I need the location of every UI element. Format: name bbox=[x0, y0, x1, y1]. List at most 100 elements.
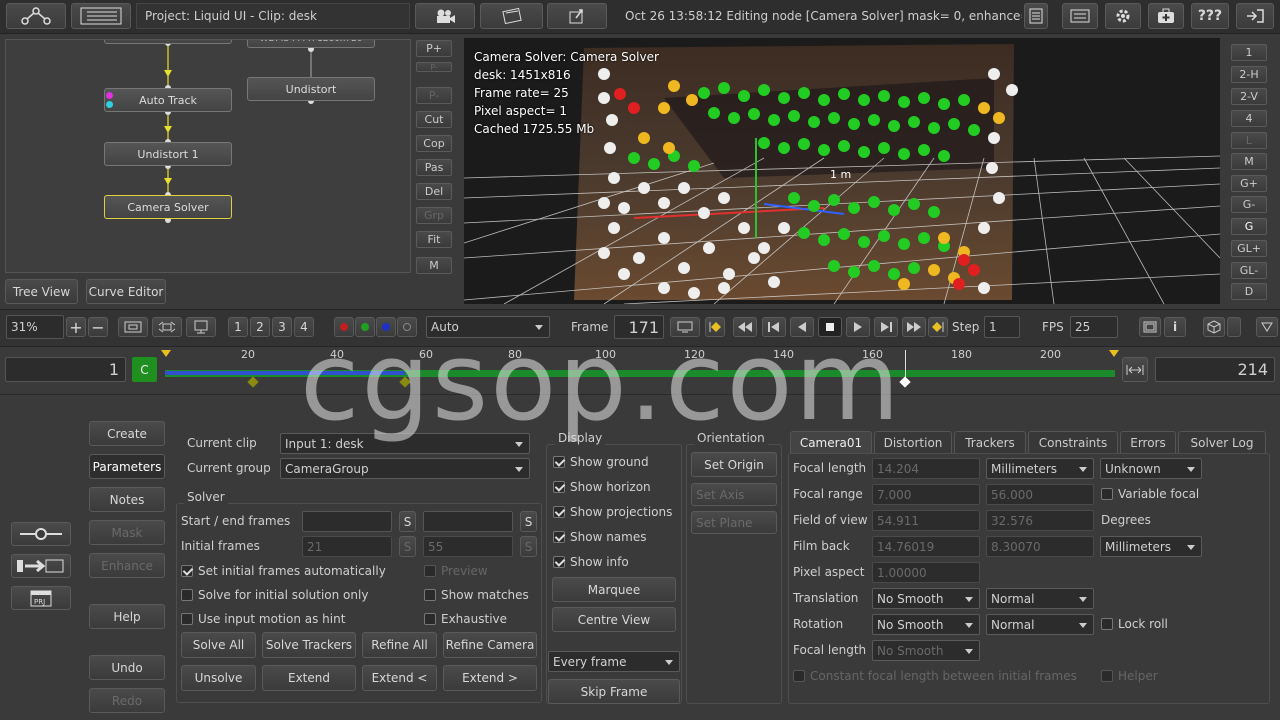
tool-paste[interactable]: Pas bbox=[416, 159, 452, 176]
node-auto-track[interactable]: Auto Track bbox=[104, 88, 232, 112]
extend-back-button[interactable]: Extend < bbox=[362, 665, 437, 691]
zoom-field[interactable]: 31% bbox=[6, 315, 64, 339]
channel-green[interactable] bbox=[355, 317, 375, 337]
start-frame-s-button[interactable]: S bbox=[399, 511, 416, 532]
set-origin-button[interactable]: Set Origin bbox=[691, 452, 777, 477]
preview-checkbox[interactable]: Preview bbox=[424, 564, 488, 578]
node-graph-icon[interactable] bbox=[6, 3, 66, 29]
skip-frame-button[interactable]: Skip Frame bbox=[548, 679, 680, 704]
initial-frame-a[interactable]: 21 bbox=[302, 536, 392, 557]
view-gl-plus[interactable]: GL+ bbox=[1231, 240, 1267, 257]
show-ground-checkbox[interactable]: Show ground bbox=[553, 455, 649, 469]
show-projections-checkbox[interactable]: Show projections bbox=[553, 505, 672, 519]
layout-4[interactable]: 4 bbox=[294, 317, 314, 337]
fov-horizontal[interactable]: 54.911 bbox=[872, 510, 980, 531]
current-clip-dropdown[interactable]: Input 1: desk bbox=[280, 433, 530, 454]
tool-delete[interactable]: Del bbox=[416, 183, 452, 200]
display-icon[interactable] bbox=[1139, 317, 1161, 337]
fast-forward-icon[interactable] bbox=[902, 317, 926, 337]
keyframe-prev-icon[interactable] bbox=[705, 317, 725, 337]
view-1[interactable]: 1 bbox=[1231, 44, 1267, 61]
solve-all-button[interactable]: Solve All bbox=[181, 632, 256, 658]
focal-length-field[interactable]: 14.204 bbox=[872, 458, 980, 479]
tool-p-plus[interactable]: P+ bbox=[416, 40, 452, 57]
view-4[interactable]: 4 bbox=[1231, 110, 1267, 127]
view-m[interactable]: M bbox=[1231, 153, 1267, 170]
enhance-button[interactable]: Enhance bbox=[89, 553, 165, 578]
node-undistort[interactable]: Undistort bbox=[247, 77, 375, 101]
frame-field[interactable]: 171 bbox=[614, 315, 664, 339]
focal-mode-dropdown[interactable]: Unknown bbox=[1100, 458, 1202, 479]
fit-icon[interactable] bbox=[118, 317, 148, 337]
show-matches-checkbox[interactable]: Show matches bbox=[424, 588, 529, 602]
render-icon[interactable] bbox=[670, 317, 700, 337]
cube-icon[interactable] bbox=[1203, 317, 1225, 337]
initial-a-s-button[interactable]: S bbox=[399, 536, 416, 557]
start-frame-field[interactable] bbox=[302, 511, 392, 532]
timeline-fit-icon[interactable] bbox=[1122, 357, 1148, 382]
channel-blue[interactable] bbox=[376, 317, 396, 337]
exit-icon[interactable] bbox=[1236, 3, 1274, 29]
export-icon[interactable] bbox=[547, 3, 607, 29]
show-names-checkbox[interactable]: Show names bbox=[553, 530, 646, 544]
view-g-plus[interactable]: G+ bbox=[1231, 175, 1267, 192]
viewer-3d[interactable]: Camera Solver: Camera Solver desk: 1451x… bbox=[464, 38, 1220, 304]
view-2h[interactable]: 2-H bbox=[1231, 66, 1267, 83]
layout-2[interactable]: 2 bbox=[250, 317, 270, 337]
marquee-button[interactable]: Marquee bbox=[552, 577, 676, 602]
timeline-c-button[interactable]: C bbox=[132, 357, 157, 382]
solve-initial-checkbox[interactable]: Solve for initial solution only bbox=[181, 588, 368, 602]
help-panel-button[interactable]: Help bbox=[89, 604, 165, 629]
tool-cut[interactable]: Cut bbox=[416, 111, 452, 128]
keyframe-next-icon[interactable] bbox=[928, 317, 948, 337]
rotation-mode-dropdown[interactable]: Normal bbox=[986, 614, 1094, 635]
tool-m[interactable]: M bbox=[416, 257, 452, 274]
initial-frame-b[interactable]: 55 bbox=[423, 536, 513, 557]
film-back-height[interactable]: 8.30070 bbox=[986, 536, 1094, 557]
film-unit-dropdown[interactable]: Millimeters bbox=[1100, 536, 1202, 557]
medkit-icon[interactable] bbox=[1148, 3, 1184, 29]
tab-tree-view[interactable]: Tree View bbox=[5, 279, 78, 304]
channel-red[interactable] bbox=[334, 317, 354, 337]
fullscreen-icon[interactable] bbox=[152, 317, 182, 337]
focal-smooth-dropdown[interactable]: No Smooth bbox=[872, 640, 980, 661]
play-back-icon[interactable] bbox=[790, 317, 814, 337]
end-frame-s-button[interactable]: S bbox=[520, 511, 537, 532]
log-icon[interactable] bbox=[1024, 3, 1048, 29]
fov-vertical[interactable]: 32.576 bbox=[986, 510, 1094, 531]
view-l[interactable]: L bbox=[1231, 132, 1267, 149]
notes-button[interactable]: Notes bbox=[89, 487, 165, 512]
lock-roll-checkbox[interactable]: Lock roll bbox=[1101, 617, 1168, 631]
channel-alpha[interactable] bbox=[397, 317, 417, 337]
tab-solver-log[interactable]: Solver Log bbox=[1178, 431, 1266, 453]
play-icon[interactable] bbox=[846, 317, 870, 337]
stop-icon[interactable] bbox=[818, 317, 842, 337]
mask-button[interactable]: Mask bbox=[89, 520, 165, 545]
slider-icon[interactable] bbox=[11, 522, 71, 546]
zoom-out-icon[interactable]: − bbox=[88, 317, 108, 337]
tab-distortion[interactable]: Distortion bbox=[874, 431, 952, 453]
tab-errors[interactable]: Errors bbox=[1120, 431, 1176, 453]
centre-view-button[interactable]: Centre View bbox=[552, 607, 676, 632]
camera-view-icon[interactable] bbox=[415, 3, 475, 29]
rotation-smooth-dropdown[interactable]: No Smooth bbox=[872, 614, 980, 635]
fps-field[interactable]: 25 bbox=[1070, 316, 1118, 338]
info-icon[interactable]: i bbox=[1164, 317, 1186, 337]
menu-icon[interactable] bbox=[1062, 3, 1098, 29]
solve-trackers-button[interactable]: Solve Trackers bbox=[262, 632, 356, 658]
extend-button[interactable]: Extend bbox=[262, 665, 356, 691]
tool-fit[interactable]: Fit bbox=[416, 231, 452, 248]
rewind-icon[interactable] bbox=[733, 317, 757, 337]
set-axis-button[interactable]: Set Axis bbox=[691, 483, 777, 506]
translation-mode-dropdown[interactable]: Normal bbox=[986, 588, 1094, 609]
node-partial-left[interactable] bbox=[104, 40, 232, 44]
focal-unit-dropdown[interactable]: Millimeters bbox=[986, 458, 1094, 479]
step-field[interactable]: 1 bbox=[984, 316, 1020, 338]
list-view-icon[interactable] bbox=[71, 3, 131, 29]
tab-trackers[interactable]: Trackers bbox=[954, 431, 1026, 453]
step-forward-icon[interactable] bbox=[874, 317, 898, 337]
arrow-to-film-icon[interactable] bbox=[11, 554, 71, 578]
parameters-button[interactable]: Parameters bbox=[89, 454, 165, 479]
channel-dropdown[interactable]: Auto bbox=[426, 316, 550, 338]
timeline-end[interactable]: 214 bbox=[1155, 357, 1275, 382]
